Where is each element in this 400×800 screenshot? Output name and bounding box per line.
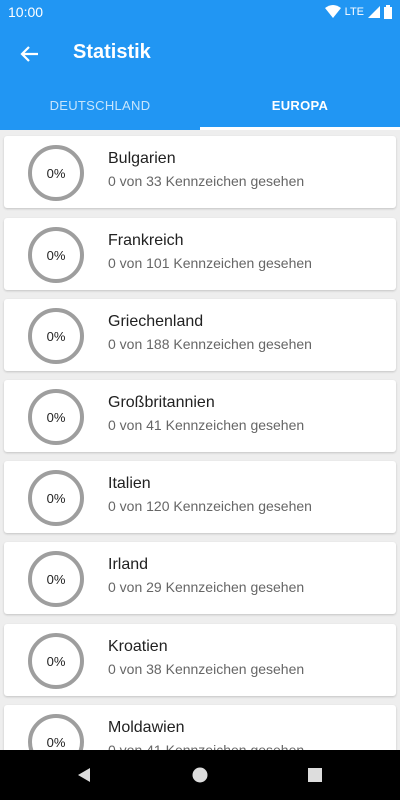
wifi-icon (324, 5, 341, 18)
page-title: Statistik (73, 41, 151, 63)
seen-count: 0 von 41 Kennzeichen gesehen (108, 417, 305, 433)
recents-square-icon[interactable] (307, 767, 323, 783)
network-label: LTE (344, 6, 364, 18)
progress-ring: 0% (28, 551, 84, 607)
progress-ring: 0% (28, 470, 84, 526)
country-name: Bulgarien (108, 150, 176, 167)
arrow-back-icon (20, 46, 38, 62)
status-bar: 10:00 LTE (0, 0, 400, 24)
country-name: Frankreich (108, 232, 184, 249)
country-name: Moldawien (108, 719, 185, 736)
country-card-kroatien[interactable]: 0% Kroatien 0 von 38 Kennzeichen gesehen (4, 624, 396, 696)
status-icons: LTE (324, 4, 392, 20)
seen-count: 0 von 188 Kennzeichen gesehen (108, 336, 312, 352)
status-time: 10:00 (8, 4, 44, 20)
back-triangle-icon[interactable] (76, 767, 92, 783)
country-list[interactable]: 0% Bulgarien 0 von 33 Kennzeichen gesehe… (0, 130, 400, 750)
system-nav-bar (0, 750, 400, 800)
seen-count: 0 von 120 Kennzeichen gesehen (108, 498, 312, 514)
battery-icon (384, 5, 392, 19)
country-name: Irland (108, 556, 149, 573)
app-bar: Statistik DEUTSCHLAND EUROPA (0, 24, 400, 130)
country-card-moldawien[interactable]: 0% Moldawien 0 von 41 Kennzeichen gesehe… (4, 705, 396, 750)
country-name: Griechenland (108, 313, 204, 330)
signal-icon (368, 6, 380, 18)
country-card-frankreich[interactable]: 0% Frankreich 0 von 101 Kennzeichen gese… (4, 218, 396, 290)
seen-count: 0 von 41 Kennzeichen gesehen (108, 742, 305, 750)
country-card-italien[interactable]: 0% Italien 0 von 120 Kennzeichen gesehen (4, 461, 396, 533)
progress-ring: 0% (28, 633, 84, 689)
home-circle-icon[interactable] (192, 767, 208, 783)
seen-count: 0 von 29 Kennzeichen gesehen (108, 579, 305, 595)
country-name: Italien (108, 475, 151, 492)
seen-count: 0 von 101 Kennzeichen gesehen (108, 255, 312, 271)
progress-ring: 0% (28, 714, 84, 750)
progress-ring: 0% (28, 308, 84, 364)
country-card-irland[interactable]: 0% Irland 0 von 29 Kennzeichen gesehen (4, 542, 396, 614)
country-name: Kroatien (108, 638, 168, 655)
country-card-grossbritannien[interactable]: 0% Großbritannien 0 von 41 Kennzeichen g… (4, 380, 396, 452)
tab-europa[interactable]: EUROPA (200, 84, 400, 130)
progress-ring: 0% (28, 227, 84, 283)
country-card-griechenland[interactable]: 0% Griechenland 0 von 188 Kennzeichen ge… (4, 299, 396, 371)
progress-ring: 0% (28, 145, 84, 201)
back-button[interactable] (16, 40, 44, 68)
country-name: Großbritannien (108, 394, 215, 411)
progress-ring: 0% (28, 389, 84, 445)
seen-count: 0 von 38 Kennzeichen gesehen (108, 661, 305, 677)
tab-bar: DEUTSCHLAND EUROPA (0, 84, 400, 130)
country-card-bulgarien[interactable]: 0% Bulgarien 0 von 33 Kennzeichen gesehe… (4, 136, 396, 208)
seen-count: 0 von 33 Kennzeichen gesehen (108, 173, 305, 189)
tab-deutschland[interactable]: DEUTSCHLAND (0, 84, 200, 130)
